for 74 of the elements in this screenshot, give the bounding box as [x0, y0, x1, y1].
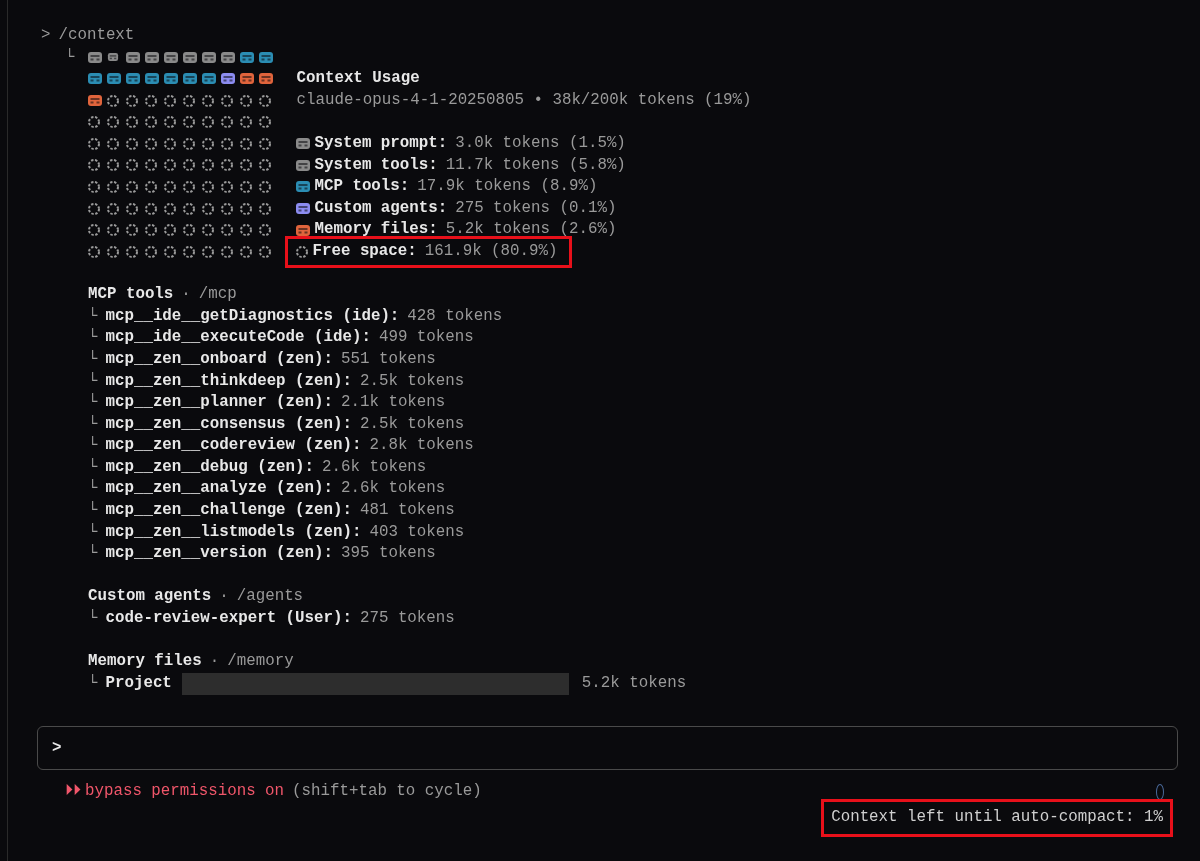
legend-label: Free space:: [312, 240, 417, 262]
item-value: 499 tokens: [378, 327, 474, 349]
section-command: /agents: [236, 586, 304, 608]
section-command: /memory: [227, 651, 294, 673]
item-name: mcp__ide__executeCode (ide):: [105, 327, 371, 349]
item-name: mcp__zen__onboard (zen):: [105, 348, 333, 370]
item-name: mcp__zen__thinkdeep (zen):: [105, 370, 352, 392]
legend-label: System tools:: [314, 154, 438, 176]
legend-value: 11.7k tokens (5.8%): [445, 154, 626, 176]
item-name: mcp__zen__version (zen):: [105, 543, 333, 565]
separator-dot: ·: [181, 284, 191, 306]
item-value: 2.1k tokens: [341, 392, 446, 414]
tree-branch: └: [88, 521, 98, 543]
item-value: 551 tokens: [341, 348, 436, 370]
legend-value: 161.9k (80.9%): [424, 240, 558, 262]
item-value: 2.5k tokens: [359, 370, 465, 392]
item-name: mcp__zen__listmodels (zen):: [105, 521, 362, 543]
item-name: mcp__zen__consensus (zen):: [105, 413, 352, 435]
section-command: /mcp: [198, 284, 237, 306]
item-value: 395 tokens: [341, 543, 436, 565]
tree-branch: └: [88, 478, 98, 500]
tree-branch: └: [88, 456, 98, 478]
separator-dot: ·: [209, 651, 220, 673]
prompt-symbol: >: [52, 737, 62, 759]
legend-label: System prompt:: [314, 132, 448, 154]
item-name: Project: [105, 672, 172, 694]
tree-branch: └: [88, 370, 98, 392]
usage-title: Context Usage: [296, 68, 421, 90]
legend-value: 275 tokens (0.1%): [455, 197, 617, 219]
command-text: /context: [58, 25, 135, 46]
tree-branch: └: [88, 543, 98, 565]
mode-label: bypass permissions on: [85, 781, 285, 803]
legend-label: Memory files:: [314, 219, 438, 241]
item-name: mcp__zen__planner (zen):: [105, 392, 333, 414]
tree-branch: └: [88, 500, 98, 522]
tree-branch: └: [88, 392, 98, 414]
section-title: MCP tools: [88, 284, 174, 306]
status-text: Context left until auto-compact: 1%: [831, 807, 1163, 828]
legend-value: 3.0k tokens (1.5%): [455, 132, 626, 154]
legend-value: 5.2k tokens (2.6%): [445, 219, 617, 241]
item-name: mcp__zen__codereview (zen):: [105, 435, 362, 457]
mode-hint: (shift+tab to cycle): [292, 781, 482, 803]
model-line: claude-opus-4-1-20250805 • 38k/200k tokens (19%): [296, 89, 752, 111]
prompt-symbol: >: [41, 25, 51, 46]
tree-branch: └: [88, 305, 98, 327]
item-name: mcp__ide__getDiagnostics (ide):: [105, 305, 400, 327]
item-value: 403 tokens: [369, 521, 465, 543]
item-value: 428 tokens: [407, 305, 503, 327]
tree-branch: └: [88, 413, 98, 435]
section-title: Memory files: [88, 651, 202, 673]
tree-branch: └: [88, 348, 98, 370]
item-name: mcp__zen__challenge (zen):: [105, 500, 352, 522]
legend-label: Custom agents:: [314, 197, 448, 219]
mode-icon: ⏵⏵: [65, 781, 81, 803]
tree-branch: └: [88, 608, 98, 630]
item-name: code-review-expert (User):: [105, 608, 352, 630]
legend-label: MCP tools:: [314, 176, 410, 198]
separator-dot: ·: [219, 586, 229, 608]
section-title: Custom agents: [88, 586, 212, 608]
item-value: 5.2k tokens: [581, 672, 687, 694]
item-value: 2.6k tokens: [322, 456, 427, 478]
tree-branch: └: [65, 46, 75, 68]
tree-branch: └: [88, 672, 98, 694]
item-value: 2.8k tokens: [369, 435, 474, 457]
item-value: 2.6k tokens: [341, 478, 446, 500]
item-name: mcp__zen__debug (zen):: [105, 456, 315, 478]
item-value: 2.5k tokens: [359, 413, 465, 435]
tree-branch: └: [88, 435, 98, 457]
input-field[interactable]: >: [37, 726, 1178, 771]
legend-value: 17.9k tokens (8.9%): [417, 176, 598, 198]
item-value: 275 tokens: [359, 608, 455, 630]
item-value: 481 tokens: [359, 500, 455, 522]
item-name: mcp__zen__analyze (zen):: [105, 478, 333, 500]
tree-branch: └: [88, 327, 98, 349]
